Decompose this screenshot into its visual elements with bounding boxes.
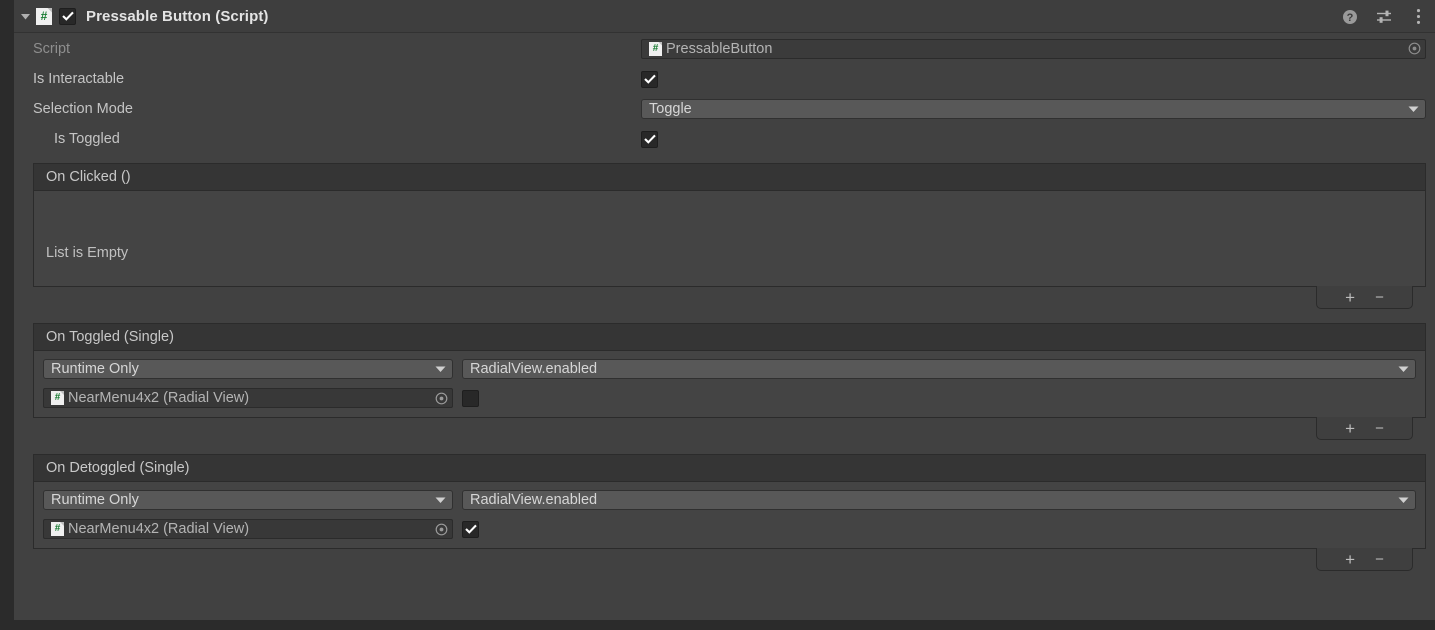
event-title-bar[interactable]: On Clicked () <box>33 163 1426 190</box>
event-title-bar[interactable]: On Detoggled (Single) <box>33 454 1426 481</box>
list-add-remove-tab: + − <box>1316 548 1413 571</box>
event-block-on-detoggled: On Detoggled (Single) Runtime Only Radia… <box>33 454 1426 549</box>
is-toggled-checkbox[interactable] <box>641 130 658 148</box>
remove-entry-button[interactable]: − <box>1375 421 1384 436</box>
event-body: List is Empty <box>33 190 1426 287</box>
event-footer-on-toggled: + − <box>33 417 1426 444</box>
event-block-on-clicked: On Clicked () List is Empty <box>33 163 1426 287</box>
chevron-down-icon <box>1398 360 1409 378</box>
event-target-name: NearMenu4x2 (Radial View) <box>68 390 250 406</box>
is-interactable-label: Is Interactable <box>33 71 125 87</box>
csharp-script-icon: # <box>649 41 662 56</box>
inspector-root: # Pressable Button (Script) ? Script # P… <box>0 0 1435 630</box>
event-title: On Detoggled (Single) <box>46 460 190 476</box>
more-menu-icon[interactable] <box>1409 8 1427 26</box>
is-interactable-row: Is Interactable <box>14 64 1435 94</box>
event-call-state-dropdown[interactable]: Runtime Only <box>43 490 453 510</box>
pressable-button-component-panel: # Pressable Button (Script) ? Script # P… <box>14 0 1435 620</box>
event-function-value: RadialView.enabled <box>470 492 598 508</box>
csharp-script-icon: # <box>36 7 52 25</box>
event-title: On Toggled (Single) <box>46 329 174 345</box>
event-call-state-value: Runtime Only <box>51 492 139 508</box>
is-toggled-row: Is Toggled <box>14 124 1435 154</box>
event-target-object-field[interactable]: # NearMenu4x2 (Radial View) <box>43 519 453 539</box>
list-add-remove-tab: + − <box>1316 286 1413 309</box>
event-call-state-value: Runtime Only <box>51 361 139 377</box>
object-picker-icon[interactable] <box>430 520 452 538</box>
csharp-script-icon: # <box>51 522 64 536</box>
add-entry-button[interactable]: + <box>1345 289 1355 306</box>
add-entry-button[interactable]: + <box>1345 551 1355 568</box>
event-entry-row: Runtime Only RadialView.enabled # NearMe… <box>34 351 1425 417</box>
event-target-object-field[interactable]: # NearMenu4x2 (Radial View) <box>43 388 453 408</box>
event-footer-on-detoggled: + − <box>33 548 1426 575</box>
event-argument-checkbox[interactable] <box>462 520 479 538</box>
chevron-down-icon <box>435 491 446 509</box>
remove-entry-button[interactable]: − <box>1375 552 1384 567</box>
event-footer-on-clicked: + − <box>33 286 1426 313</box>
script-object-name: PressableButton <box>666 40 773 57</box>
event-block-on-toggled: On Toggled (Single) Runtime Only RadialV… <box>33 323 1426 418</box>
script-object-field[interactable]: # PressableButton <box>641 38 1426 59</box>
list-empty-message: List is Empty <box>46 245 129 261</box>
is-toggled-label: Is Toggled <box>54 131 120 147</box>
event-title-bar[interactable]: On Toggled (Single) <box>33 323 1426 350</box>
event-target-name: NearMenu4x2 (Radial View) <box>68 521 250 537</box>
script-row: Script # PressableButton <box>14 33 1435 64</box>
script-label: Script <box>33 40 71 57</box>
add-entry-button[interactable]: + <box>1345 420 1355 437</box>
header-icon-group: ? <box>1341 0 1427 33</box>
component-enabled-checkbox[interactable] <box>59 7 76 25</box>
event-entry-row: Runtime Only RadialView.enabled # NearMe… <box>34 482 1425 548</box>
chevron-down-icon <box>1398 491 1409 509</box>
event-function-dropdown[interactable]: RadialView.enabled <box>462 359 1416 379</box>
help-icon[interactable]: ? <box>1341 8 1359 26</box>
selection-mode-dropdown[interactable]: Toggle <box>641 99 1426 119</box>
svg-text:?: ? <box>1347 12 1354 24</box>
chevron-down-icon <box>435 360 446 378</box>
event-function-dropdown[interactable]: RadialView.enabled <box>462 490 1416 510</box>
event-title: On Clicked () <box>46 169 131 185</box>
event-function-value: RadialView.enabled <box>470 361 598 377</box>
event-body: Runtime Only RadialView.enabled # NearMe… <box>33 350 1426 418</box>
component-title: Pressable Button (Script) <box>86 7 269 25</box>
event-empty-list: List is Empty <box>34 191 1425 286</box>
selection-mode-label: Selection Mode <box>33 101 133 117</box>
remove-entry-button[interactable]: − <box>1375 290 1384 305</box>
component-header[interactable]: # Pressable Button (Script) ? <box>14 0 1435 33</box>
list-add-remove-tab: + − <box>1316 417 1413 440</box>
object-picker-icon[interactable] <box>1403 40 1425 58</box>
selection-mode-value: Toggle <box>649 101 692 117</box>
event-call-state-dropdown[interactable]: Runtime Only <box>43 359 453 379</box>
event-argument-checkbox[interactable] <box>462 389 479 407</box>
csharp-script-icon: # <box>51 391 64 405</box>
object-picker-icon[interactable] <box>430 389 452 407</box>
chevron-down-icon <box>1408 100 1419 118</box>
selection-mode-row: Selection Mode Toggle <box>14 94 1435 124</box>
event-body: Runtime Only RadialView.enabled # NearMe… <box>33 481 1426 549</box>
foldout-arrow-icon[interactable] <box>14 0 36 33</box>
preset-settings-icon[interactable] <box>1375 8 1393 26</box>
is-interactable-checkbox[interactable] <box>641 70 658 88</box>
